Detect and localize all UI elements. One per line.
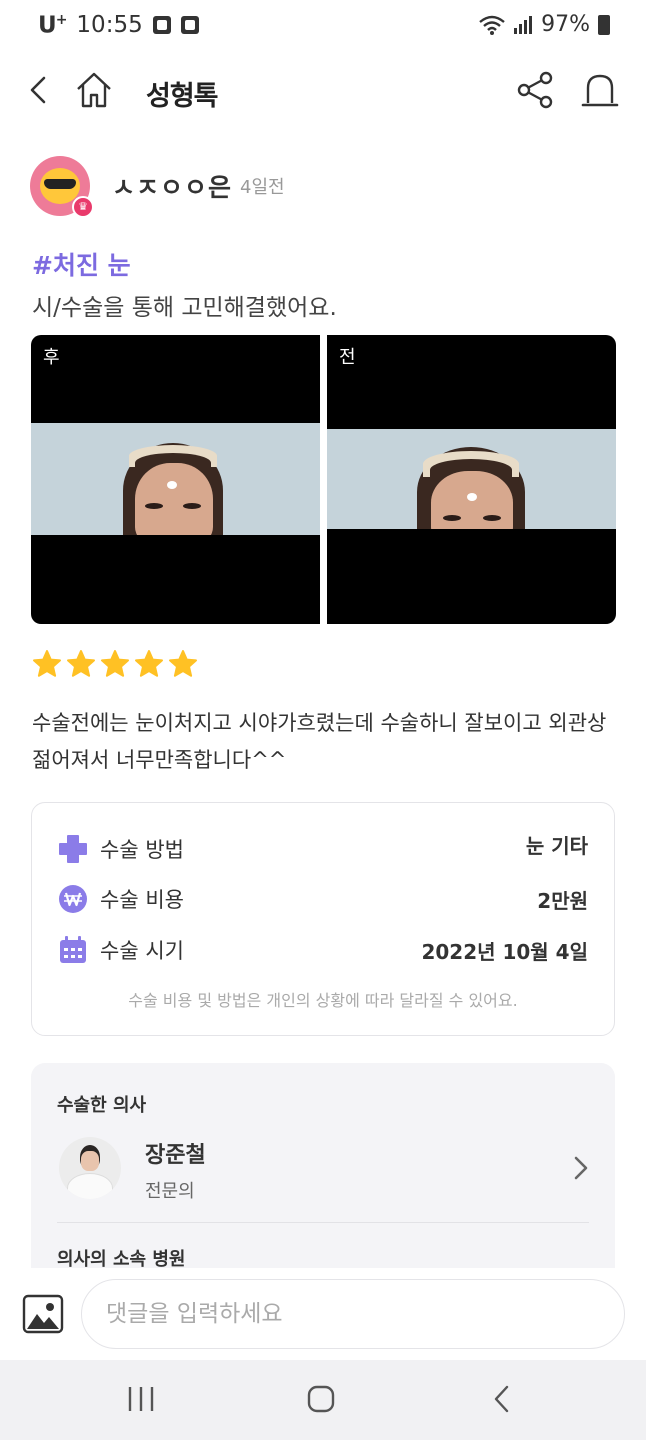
home-button-icon[interactable] [306,1384,336,1414]
status-right: 97% [479,12,610,37]
sunglasses-icon [44,179,76,189]
avatar[interactable]: ♛ [30,156,94,218]
chevron-right-icon[interactable] [573,1155,589,1181]
calendar-icon [60,936,86,963]
page-title: 성형톡 [146,81,219,112]
surgery-info-card: 수술 방법 눈 기타 수술 비용 2만원 수술 시기 2022년 10월 4일 … [31,802,615,1036]
report-siren-icon[interactable] [580,70,620,110]
star-icon [101,650,129,677]
before-photo-image [327,429,616,529]
share-icon[interactable] [516,70,556,110]
crown-badge-icon: ♛ [72,196,94,218]
star-icon [135,650,163,677]
surgery-cost-row: 수술 비용 2만원 [58,879,588,919]
wifi-icon [479,15,505,35]
surgery-method-row: 수술 방법 눈 기타 [58,829,588,869]
back-arrow-icon[interactable] [26,70,50,110]
post-hashtag[interactable]: #처진 눈 [32,246,131,282]
app-notification-icon [180,16,199,35]
surgery-date-label: 수술 시기 [100,939,184,963]
recent-apps-icon[interactable] [126,1384,156,1414]
post-author: ♛ ㅅㅈㅇㅇ은 4일전 [30,155,285,218]
surgery-cost-label: 수술 비용 [100,888,184,912]
battery-icon [598,14,610,35]
status-left: U+ 10:55 [38,12,199,39]
info-disclaimer: 수술 비용 및 방법은 개인의 상황에 따라 달라질 수 있어요. [128,991,518,1010]
comment-input[interactable] [81,1279,625,1349]
star-icon [33,650,61,677]
gallery-notification-icon [152,16,171,35]
divider [57,1222,589,1223]
clock: 10:55 [76,12,143,39]
after-label: 후 [43,347,60,368]
before-label: 전 [339,347,356,368]
back-button-icon[interactable] [490,1384,514,1414]
doctor-name[interactable]: 장준철 [145,1137,206,1169]
signal-icon [514,15,533,34]
won-currency-icon [59,885,87,913]
surgery-method-value: 눈 기타 [525,833,588,858]
review-text: 수술전에는 눈이처지고 시야가흐렸는데 수술하니 잘보이고 외관상 젊어져서 너… [32,711,607,772]
doctor-card: 수술한 의사 장준철 전문의 의사의 소속 병원 [31,1063,615,1283]
after-photo-image [31,423,320,535]
plus-cross-icon [59,835,87,863]
image-attach-icon[interactable] [22,1294,64,1334]
doctor-photo[interactable] [59,1137,121,1199]
after-photo[interactable]: 후 [31,335,320,624]
surgery-method-label: 수술 방법 [100,838,184,862]
status-bar: U+ 10:55 97% [0,0,646,52]
home-icon[interactable] [74,70,114,110]
before-photo[interactable]: 전 [327,335,616,624]
author-name[interactable]: ㅅㅈㅇㅇ은 [112,168,232,204]
battery-percent: 97% [541,12,590,37]
surgery-cost-value: 2만원 [537,888,588,913]
doctor-role: 전문의 [145,1181,195,1202]
star-rating [32,649,198,679]
post-time: 4일전 [240,177,285,198]
top-app-bar: 성형톡 [0,52,646,132]
carrier-label: U+ [38,12,67,39]
star-icon [169,650,197,677]
surgery-date-value: 2022년 10월 4일 [421,939,588,964]
system-nav-bar [0,1360,646,1440]
surgery-date-row: 수술 시기 2022년 10월 4일 [58,930,588,970]
comment-bar [0,1268,646,1360]
doctor-section-heading: 수술한 의사 [57,1095,147,1116]
star-icon [67,650,95,677]
post-subtitle: 시/수술을 통해 고민해결했어요. [32,295,337,321]
